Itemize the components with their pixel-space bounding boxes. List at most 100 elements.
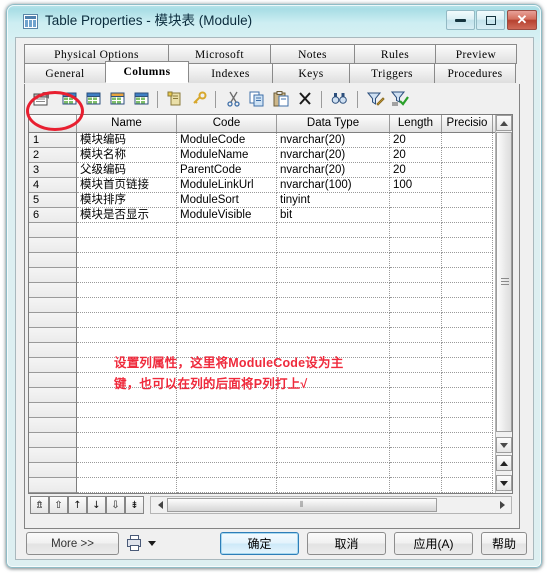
toolbar-button-insert-row[interactable] [59, 89, 81, 110]
nav-last-row-button[interactable]: ⇟ [125, 496, 144, 514]
grid-cell-type[interactable]: bit [277, 208, 390, 223]
apply-button[interactable]: 应用(A) [394, 532, 473, 555]
grid-cell-name[interactable]: 模块名称 [77, 148, 177, 163]
grid-cell-empty[interactable] [390, 253, 442, 268]
grid-cell-empty[interactable] [390, 433, 442, 448]
grid-cell-empty[interactable] [277, 328, 390, 343]
grid-cell-empty[interactable] [442, 388, 493, 403]
toolbar-button-find[interactable] [329, 89, 351, 110]
grid-cell-empty[interactable] [277, 223, 390, 238]
row-number-cell[interactable] [29, 373, 77, 388]
grid-cell-empty[interactable] [277, 313, 390, 328]
row-number-cell[interactable] [29, 433, 77, 448]
row-number-cell[interactable]: 4 [29, 178, 77, 193]
grid-cell-empty[interactable] [277, 478, 390, 493]
grid-cell-empty[interactable] [390, 403, 442, 418]
grid-cell-empty[interactable] [390, 478, 442, 493]
grid-header-cell[interactable]: Code [177, 115, 277, 132]
title-bar[interactable]: Table Properties - 模块表 (Module) ✕ [7, 5, 541, 37]
grid-cell-name[interactable]: 模块是否显示 [77, 208, 177, 223]
grid-cell-empty[interactable] [442, 343, 493, 358]
tab-keys[interactable]: Keys [272, 63, 350, 83]
grid-cell-type[interactable]: nvarchar(100) [277, 178, 390, 193]
grid-cell-empty[interactable] [390, 268, 442, 283]
nav-first-row-button[interactable]: ⇯ [30, 496, 49, 514]
grid-cell-length[interactable]: 100 [390, 178, 442, 193]
grid-cell-empty[interactable] [177, 328, 277, 343]
table-row[interactable]: 4 模块首页链接 ModuleLinkUrl nvarchar(100) 100 [29, 178, 495, 193]
grid-cell-precision[interactable] [442, 148, 493, 163]
grid-cell-code[interactable]: ModuleCode [177, 133, 277, 148]
hscroll-left-button[interactable] [151, 497, 165, 513]
row-number-cell[interactable] [29, 478, 77, 493]
grid-cell-empty[interactable] [277, 433, 390, 448]
grid-cell-length[interactable] [390, 193, 442, 208]
scroll-top-button[interactable] [496, 455, 512, 471]
grid-cell-empty[interactable] [77, 223, 177, 238]
minimize-button[interactable] [446, 10, 475, 30]
nav-prev-page-button[interactable]: ⇧ [49, 496, 68, 514]
grid-cell-empty[interactable] [277, 253, 390, 268]
grid-cell-code[interactable]: ModuleLinkUrl [177, 178, 277, 193]
grid-cell-empty[interactable] [277, 403, 390, 418]
grid-cell-empty[interactable] [390, 418, 442, 433]
grid-cell-empty[interactable] [177, 478, 277, 493]
grid-cell-empty[interactable] [177, 433, 277, 448]
toolbar-button-filter-edit[interactable] [365, 89, 387, 110]
grid-cell-empty[interactable] [442, 433, 493, 448]
grid-cell-empty[interactable] [77, 448, 177, 463]
table-row-empty[interactable] [29, 463, 495, 478]
row-number-cell[interactable] [29, 463, 77, 478]
row-number-cell[interactable] [29, 268, 77, 283]
toolbar-button-cut[interactable] [223, 89, 245, 110]
maximize-button[interactable] [476, 10, 505, 30]
grid-cell-empty[interactable] [442, 223, 493, 238]
grid-cell-empty[interactable] [390, 448, 442, 463]
grid-header-cell[interactable]: Data Type [277, 115, 390, 132]
toolbar-button-replicate-column[interactable] [131, 89, 153, 110]
table-row-empty[interactable] [29, 238, 495, 253]
grid-cell-empty[interactable] [177, 268, 277, 283]
grid-cell-length[interactable]: 20 [390, 148, 442, 163]
row-number-cell[interactable] [29, 388, 77, 403]
ok-button[interactable]: 确定 [220, 532, 299, 555]
grid-cell-code[interactable]: ModuleSort [177, 193, 277, 208]
grid-cell-empty[interactable] [77, 463, 177, 478]
grid-cell-empty[interactable] [390, 238, 442, 253]
grid-cell-empty[interactable] [77, 478, 177, 493]
grid-cell-empty[interactable] [277, 238, 390, 253]
row-number-cell[interactable] [29, 298, 77, 313]
grid-header-cell[interactable]: Precisio [442, 115, 493, 132]
grid-cell-empty[interactable] [442, 328, 493, 343]
vertical-scroll-thumb[interactable] [496, 132, 512, 432]
grid-cell-empty[interactable] [177, 238, 277, 253]
grid-cell-empty[interactable] [442, 463, 493, 478]
grid-cell-type[interactable]: tinyint [277, 193, 390, 208]
grid-cell-empty[interactable] [77, 403, 177, 418]
grid-cell-empty[interactable] [442, 418, 493, 433]
more-button[interactable]: More >> [26, 532, 119, 555]
table-row-empty[interactable] [29, 448, 495, 463]
row-number-cell[interactable] [29, 313, 77, 328]
table-row-empty[interactable] [29, 433, 495, 448]
tab-procedures[interactable]: Procedures [434, 63, 516, 83]
grid-cell-empty[interactable] [442, 478, 493, 493]
grid-cell-code[interactable]: ModuleName [177, 148, 277, 163]
table-row[interactable]: 5 模块排序 ModuleSort tinyint [29, 193, 495, 208]
grid-cell-precision[interactable] [442, 133, 493, 148]
grid-cell-empty[interactable] [177, 283, 277, 298]
horizontal-scroll-thumb[interactable]: ⦀ [167, 498, 437, 512]
row-number-cell[interactable] [29, 448, 77, 463]
grid-cell-precision[interactable] [442, 193, 493, 208]
grid-cell-empty[interactable] [77, 298, 177, 313]
toolbar-button-paste[interactable] [271, 89, 293, 110]
grid-cell-name[interactable]: 模块编码 [77, 133, 177, 148]
grid-cell-empty[interactable] [390, 328, 442, 343]
grid-cell-code[interactable]: ModuleVisible [177, 208, 277, 223]
row-number-cell[interactable]: 6 [29, 208, 77, 223]
table-row[interactable]: 6 模块是否显示 ModuleVisible bit [29, 208, 495, 223]
grid-cell-empty[interactable] [442, 253, 493, 268]
grid-cell-empty[interactable] [277, 283, 390, 298]
grid-cell-empty[interactable] [77, 283, 177, 298]
table-row-empty[interactable] [29, 253, 495, 268]
